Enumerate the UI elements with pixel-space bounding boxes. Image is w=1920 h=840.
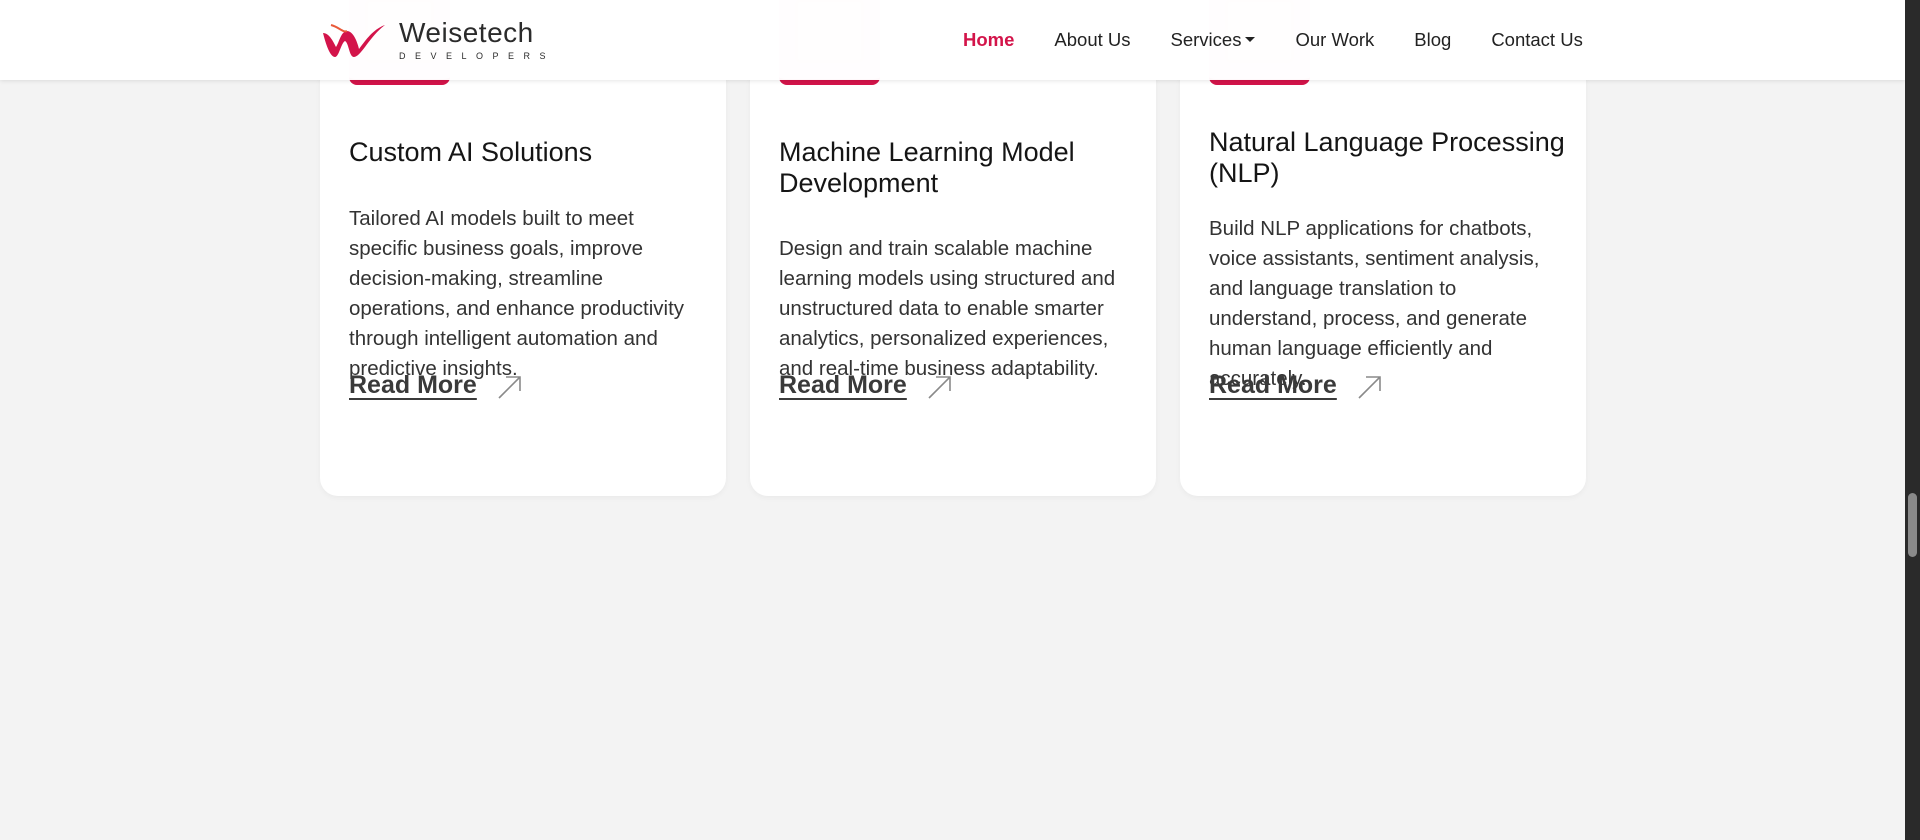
logo-wordmark: Weisetech [399, 17, 534, 48]
service-card-description: Design and train scalable machine learni… [779, 237, 1116, 380]
service-card-description: Build NLP applications for chatbots, voi… [1209, 217, 1540, 390]
site-header: Weisetech DEVELOPERS Home About Us Servi… [0, 0, 1905, 80]
read-more-link[interactable]: Read More [349, 370, 523, 400]
arrow-up-right-icon [928, 376, 951, 399]
logo-tagline: DEVELOPERS [399, 51, 556, 61]
main-nav: Home About Us Services Our Work Blog Con… [963, 0, 1583, 80]
nav-home[interactable]: Home [963, 29, 1014, 51]
service-card-title: Machine Learning Model Development [779, 137, 1075, 198]
page: Custom AI Solutions Tailored AI models b… [0, 0, 1920, 840]
caret-down-icon [1245, 36, 1256, 42]
arrow-up-right-icon [1358, 376, 1381, 399]
logo-mark-icon [323, 24, 385, 57]
service-card-title: Custom AI Solutions [349, 137, 593, 167]
read-more-label: Read More [349, 370, 477, 399]
nav-about-us[interactable]: About Us [1054, 29, 1130, 51]
scrollbar-thumb[interactable] [1908, 493, 1917, 557]
read-more-label: Read More [1209, 370, 1337, 399]
nav-contact-us[interactable]: Contact Us [1491, 29, 1583, 51]
nav-blog[interactable]: Blog [1414, 29, 1451, 51]
vertical-scrollbar[interactable] [1905, 0, 1920, 840]
nav-our-work[interactable]: Our Work [1295, 29, 1374, 51]
nav-services[interactable]: Services [1171, 29, 1256, 51]
logo-text: Weisetech DEVELOPERS [399, 17, 556, 62]
service-card-title: Natural Language Processing (NLP) [1209, 127, 1565, 188]
arrow-up-right-icon [498, 376, 521, 399]
read-more-link[interactable]: Read More [779, 370, 953, 400]
service-card-description: Tailored AI models built to meet specifi… [349, 207, 685, 380]
read-more-label: Read More [779, 370, 907, 399]
nav-services-label: Services [1170, 29, 1242, 50]
read-more-link[interactable]: Read More [1209, 370, 1383, 400]
logo[interactable]: Weisetech DEVELOPERS [321, 19, 555, 61]
